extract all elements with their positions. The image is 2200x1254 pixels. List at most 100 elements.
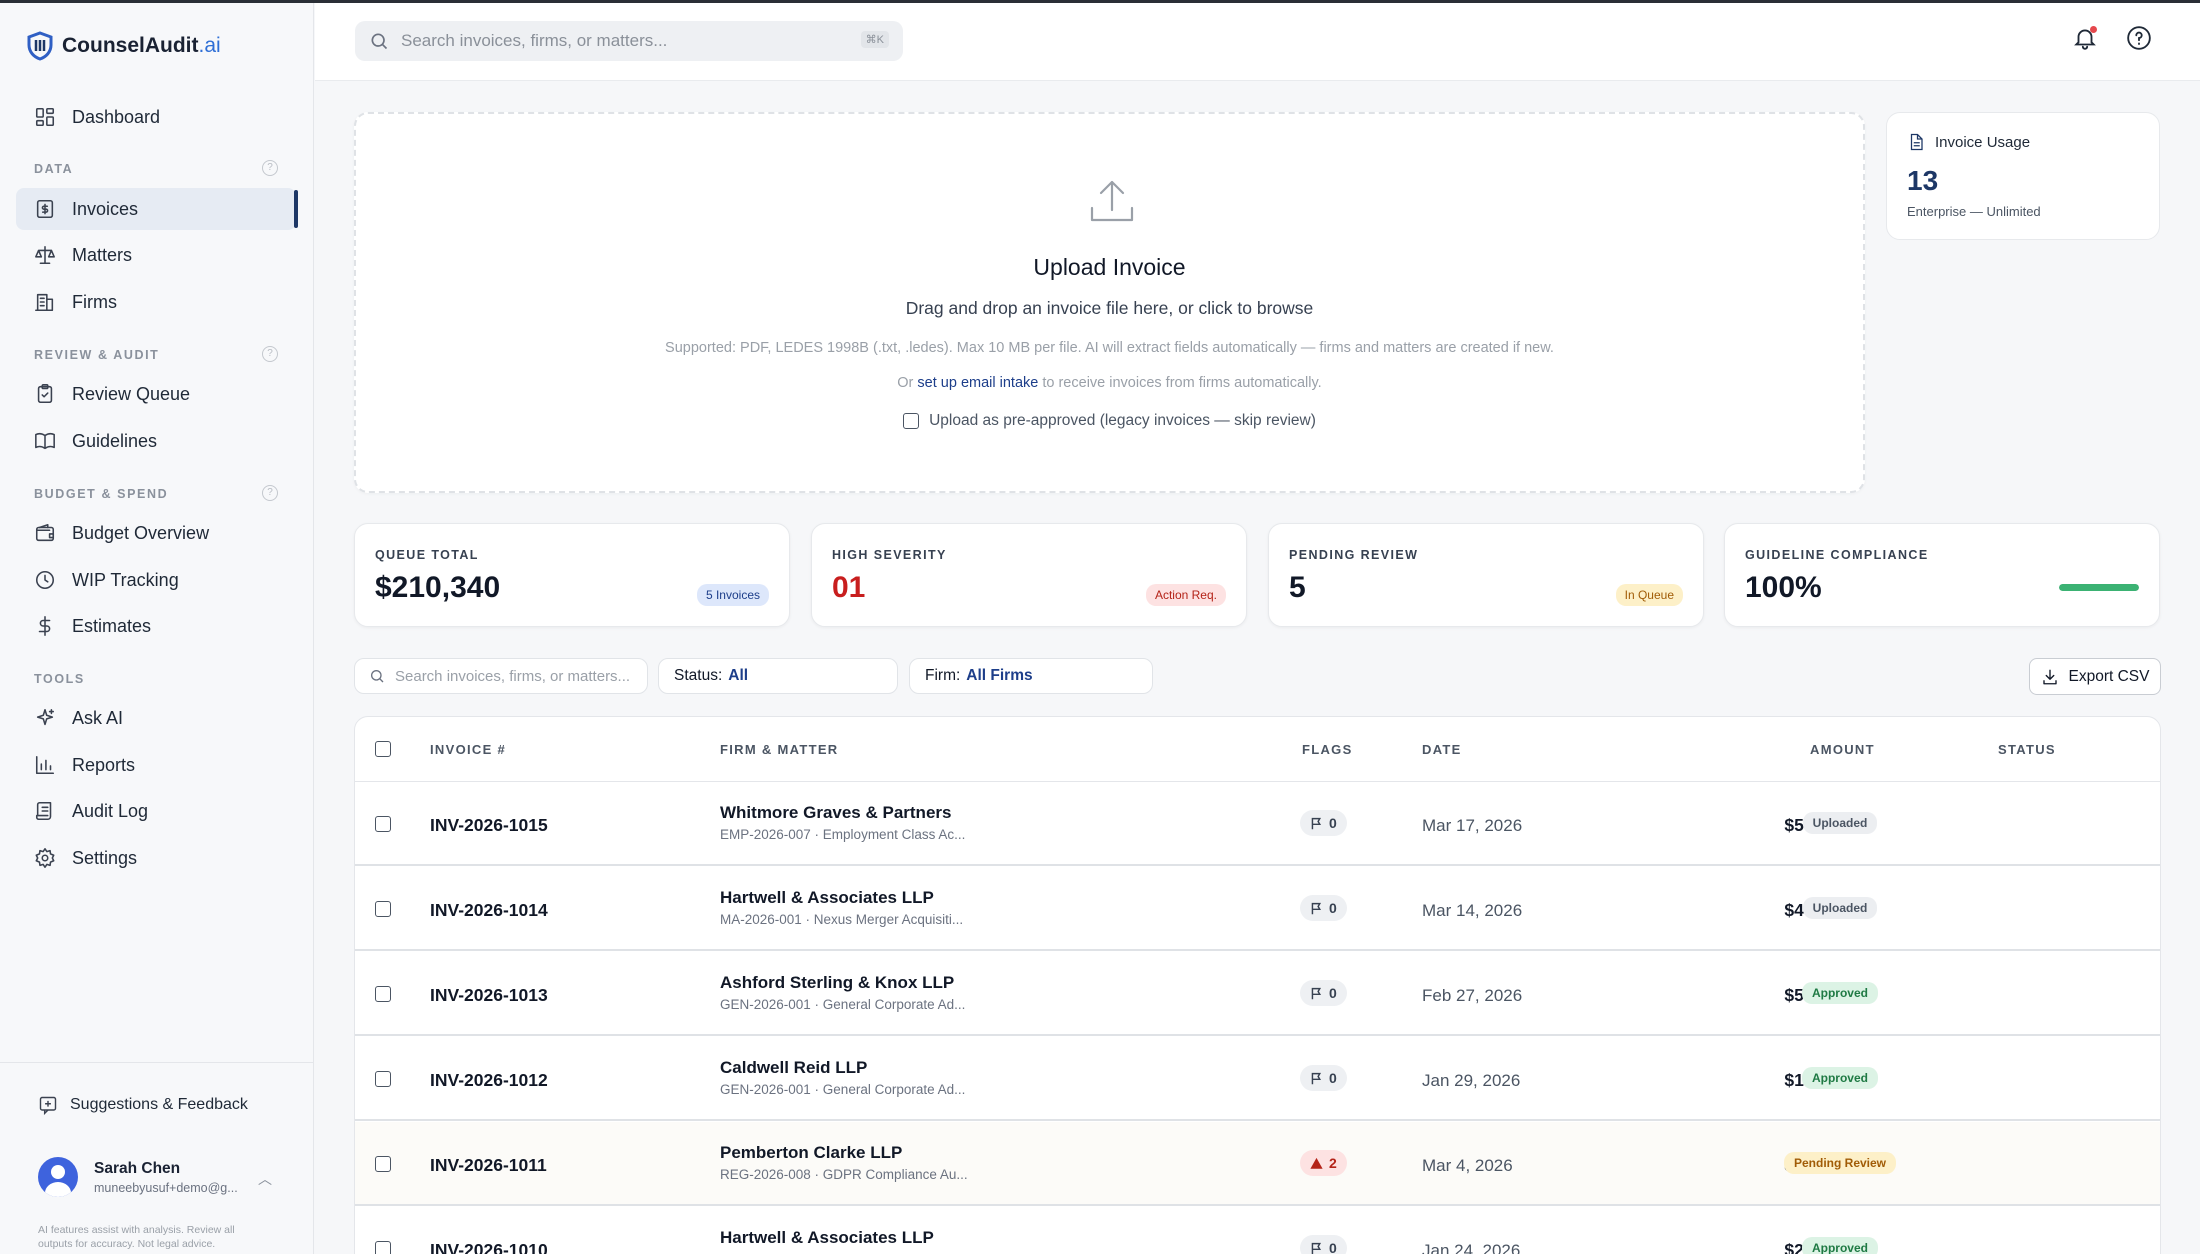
column-header-flags[interactable]: FLAGS [1302, 742, 1353, 757]
sidebar-item-label: Review Queue [72, 383, 191, 404]
column-header-invoice[interactable]: INVOICE # [430, 742, 506, 757]
preapprove-checkbox[interactable] [903, 413, 920, 429]
sidebar-item-label: Audit Log [72, 800, 149, 821]
table-row[interactable]: INV-2026-1012 Caldwell Reid LLP GEN-2026-0… [355, 1037, 2160, 1121]
table-row[interactable]: INV-2026-1013 Ashford Sterling & Knox LLP… [355, 952, 2160, 1036]
column-header-date[interactable]: DATE [1422, 742, 1462, 757]
flags-badge[interactable]: 0 [1300, 895, 1347, 921]
table-row[interactable]: INV-2026-1010 Hartwell & Associates LLP 0 J… [355, 1207, 2160, 1254]
invoice-number[interactable]: INV-2026-1015 [430, 815, 548, 836]
download-icon [2042, 669, 2057, 684]
global-search[interactable]: ⌘K [355, 21, 903, 61]
invoice-number[interactable]: INV-2026-1011 [430, 1155, 547, 1176]
email-intake-link[interactable]: set up email intake [917, 375, 1038, 391]
column-header-status[interactable]: STATUS [1998, 742, 2056, 757]
column-header-amount[interactable]: AMOUNT [1810, 742, 1875, 757]
matter-name: GEN-2026-001 · General Corporate Ad... [720, 1082, 966, 1097]
sidebar-item-settings[interactable]: Settings [16, 837, 296, 879]
stat-label: QUEUE TOTAL [375, 548, 479, 562]
table-row[interactable]: INV-2026-1011 Pemberton Clarke LLP REG-202… [355, 1122, 2160, 1206]
table-row[interactable]: INV-2026-1014 Hartwell & Associates LLP MA… [355, 867, 2160, 951]
stat-value: $210,340 [375, 571, 501, 604]
chevron-up-icon[interactable]: ︿ [258, 1169, 272, 1189]
firm-name: Whitmore Graves & Partners [720, 803, 952, 822]
data-help-icon[interactable]: ? [262, 160, 278, 176]
flags-badge[interactable]: 0 [1300, 980, 1347, 1006]
upload-dropzone[interactable]: Upload Invoice Drag and drop an invoice … [354, 112, 1865, 493]
feedback-button[interactable]: Suggestions & Feedback [38, 1095, 248, 1115]
matter-name: GEN-2026-001 · General Corporate Ad... [720, 997, 966, 1012]
flag-icon [1311, 902, 1322, 914]
export-csv-button[interactable]: Export CSV [2029, 658, 2161, 695]
sidebar-item-ask-ai[interactable]: Ask AI [16, 697, 296, 739]
row-checkbox[interactable] [375, 1241, 391, 1254]
sidebar-item-reports[interactable]: Reports [16, 744, 296, 786]
flags-count: 0 [1329, 985, 1337, 1001]
invoice-number[interactable]: INV-2026-1012 [430, 1070, 548, 1091]
row-checkbox[interactable] [375, 816, 391, 832]
sidebar-item-label: Invoices [72, 198, 139, 219]
row-checkbox[interactable] [375, 1156, 391, 1172]
flag-icon [1311, 1242, 1322, 1254]
row-checkbox[interactable] [375, 1071, 391, 1087]
notifications-button[interactable] [2070, 23, 2100, 53]
firm-filter[interactable]: Firm: All Firms [909, 658, 1153, 694]
firm-name: Caldwell Reid LLP [720, 1058, 868, 1077]
global-search-input[interactable] [401, 31, 841, 51]
table-header: INVOICE # FIRM & MATTER FLAGS DATE AMOUN… [355, 717, 2160, 782]
sidebar-item-invoices[interactable]: Invoices [16, 188, 298, 230]
invoice-number[interactable]: INV-2026-1013 [430, 985, 548, 1006]
usage-count: 13 [1907, 165, 1939, 196]
row-checkbox[interactable] [375, 986, 391, 1002]
user-menu[interactable]: Sarah Chen muneebyusuf+demo@g... [38, 1157, 238, 1197]
table-row[interactable]: INV-2026-1015 Whitmore Graves & Partners E… [355, 782, 2160, 866]
status-badge: Approved [1801, 982, 1878, 1004]
sidebar-item-wip-tracking[interactable]: WIP Tracking [16, 559, 296, 601]
status-filter-value: All [728, 667, 749, 684]
building-icon [35, 293, 54, 312]
compliance-progress-bar [2059, 584, 2139, 591]
sidebar-item-budget-overview[interactable]: Budget Overview [16, 512, 296, 554]
budget-help-icon[interactable]: ? [262, 485, 278, 501]
sidebar-item-dashboard[interactable]: Dashboard [16, 96, 296, 138]
matter-name: REG-2026-008 · GDPR Compliance Au... [720, 1167, 968, 1182]
help-icon [2127, 26, 2151, 50]
section-label-budget: BUDGET & SPEND [34, 487, 169, 501]
invoice-number[interactable]: INV-2026-1014 [430, 900, 548, 921]
stat-value: 5 [1289, 571, 1306, 604]
flags-badge[interactable]: 0 [1300, 810, 1347, 836]
stat-label: HIGH SEVERITY [832, 548, 947, 562]
flags-badge[interactable]: 0 [1300, 1235, 1347, 1254]
table-search-input[interactable] [395, 667, 635, 685]
email-intake-suffix: to receive invoices from firms automatic… [1042, 375, 1322, 391]
app-logo[interactable]: CounselAudit.ai [26, 31, 221, 61]
preapprove-option[interactable]: Upload as pre-approved (legacy invoices … [356, 412, 1863, 430]
status-cell: Uploaded [1590, 897, 2090, 919]
email-intake-prefix: Or [897, 375, 914, 391]
sidebar-item-matters[interactable]: Matters [16, 234, 296, 276]
sidebar-item-firms[interactable]: Firms [16, 281, 296, 323]
sidebar-item-audit-log[interactable]: Audit Log [16, 790, 296, 832]
ai-disclaimer: AI features assist with analysis. Review… [38, 1224, 235, 1250]
email-intake-note: Or set up email intake to receive invoic… [356, 375, 1863, 391]
table-search[interactable] [354, 658, 648, 694]
flags-badge[interactable]: 0 [1300, 1065, 1347, 1091]
invoice-number[interactable]: INV-2026-1010 [430, 1240, 548, 1254]
sidebar-item-estimates[interactable]: Estimates [16, 605, 296, 647]
column-header-firm-matter[interactable]: FIRM & MATTER [720, 742, 838, 757]
status-badge: Pending Review [1783, 1152, 1897, 1174]
sidebar-item-guidelines[interactable]: Guidelines [16, 420, 296, 462]
sidebar-item-label: Estimates [72, 615, 152, 636]
flags-count: 0 [1329, 1240, 1337, 1254]
sidebar-item-review-queue[interactable]: Review Queue [16, 373, 296, 415]
review-help-icon[interactable]: ? [262, 346, 278, 362]
select-all-checkbox[interactable] [375, 741, 391, 757]
section-label-review: REVIEW & AUDIT [34, 348, 160, 362]
help-button[interactable] [2124, 23, 2154, 53]
row-checkbox[interactable] [375, 901, 391, 917]
status-filter[interactable]: Status: All [658, 658, 898, 694]
flags-badge[interactable]: 2 [1300, 1150, 1347, 1176]
user-name: Sarah Chen [94, 1159, 181, 1177]
section-label-tools: TOOLS [34, 672, 85, 686]
status-cell: Approved [1590, 982, 2090, 1004]
